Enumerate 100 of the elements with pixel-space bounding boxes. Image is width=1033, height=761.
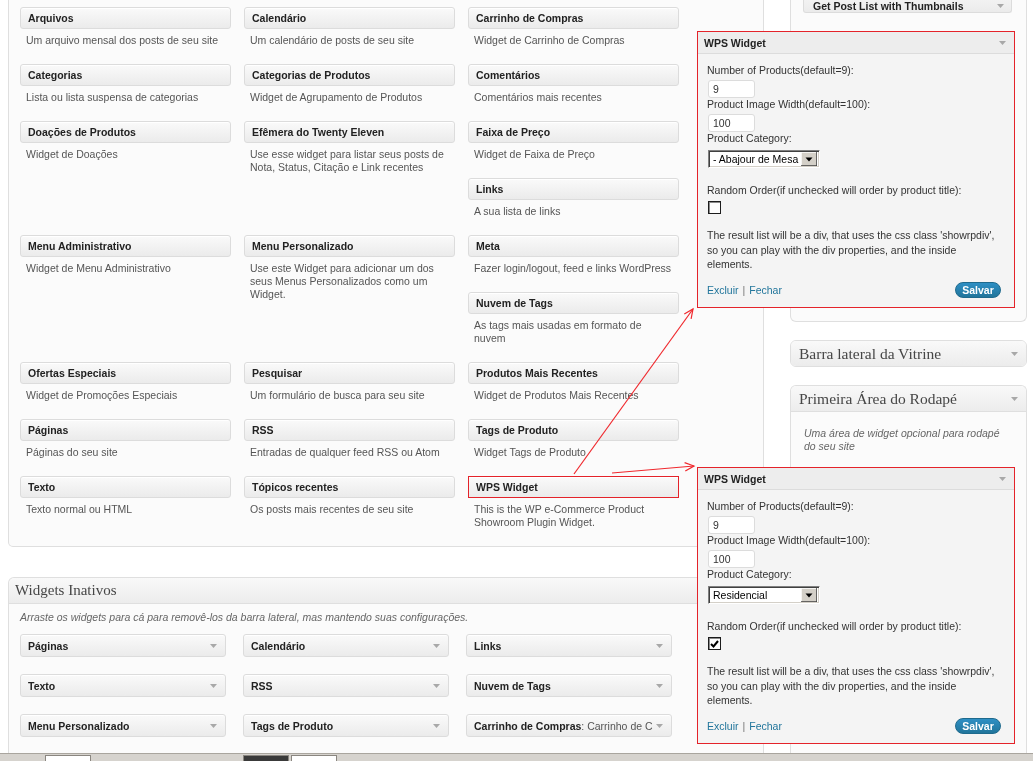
widget-title-bar[interactable]: Páginas	[20, 419, 231, 441]
footer-link[interactable]: Fechar	[749, 719, 782, 732]
widget-form-header[interactable]: WPS Widget	[698, 32, 1014, 54]
link-separator: |	[742, 719, 746, 732]
caret-icon	[1011, 351, 1018, 356]
footer-link[interactable]: Excluir	[707, 283, 739, 296]
widget-title-bar[interactable]: RSS	[244, 419, 455, 441]
field-label: Random Order(if unchecked will order by product title):	[707, 184, 962, 197]
widget-title-bar[interactable]: Menu Personalizado	[244, 235, 455, 257]
widget-title-bar[interactable]: Páginas	[20, 634, 226, 657]
caret-icon	[433, 723, 440, 728]
footer-link[interactable]: Fechar	[749, 283, 782, 296]
widget-description: Widget de Faixa de Preço	[473, 147, 596, 161]
caret-icon	[433, 643, 440, 648]
caret-icon	[656, 643, 663, 648]
widget-title-bar[interactable]: Texto	[20, 674, 226, 697]
link-separator: |	[742, 283, 746, 296]
field-label: Product Image Width(default=100):	[707, 534, 871, 547]
panel-description: Arraste os widgets para cá para removê-los da barra lateral, mas mantendo suas configurações.	[18, 610, 470, 624]
form-note: The result list will be a div, that uses the css class 'showrpdiv', so you can play with the div properties, and the inside elements.	[707, 228, 996, 272]
panel-header[interactable]: Widgets Inativos	[9, 578, 698, 604]
widget-title-bar[interactable]: Meta	[468, 235, 679, 257]
text-input[interactable]: 100	[708, 550, 755, 568]
field-label: Number of Products(default=9):	[707, 64, 854, 77]
widget-title-bar[interactable]: Doações de Produtos	[20, 121, 231, 143]
field-label: Random Order(if unchecked will order by product title):	[707, 620, 962, 633]
widget-description: Widget de Agrupamento de Produtos	[249, 90, 424, 104]
widget-title-bar[interactable]: WPS Widget	[468, 476, 679, 498]
checkbox[interactable]	[708, 201, 721, 214]
widget-title-bar[interactable]: Produtos Mais Recentes	[468, 362, 679, 384]
widget-title-bar[interactable]: Menu Personalizado	[20, 714, 226, 737]
widget-description: Use este Widget para adicionar um dos seus Menus Personalizados como um Widget.	[249, 261, 435, 301]
widget-description: Páginas do seu site	[25, 445, 119, 459]
category-select[interactable]: - Abajour de Mesa	[708, 150, 820, 168]
caret-icon	[1011, 396, 1018, 401]
widget-title-bar[interactable]: Categorias	[20, 64, 231, 86]
widget-description: Comentários mais recentes	[473, 90, 603, 104]
widget-title-bar[interactable]: Faixa de Preço	[468, 121, 679, 143]
caret-icon	[656, 683, 663, 688]
widget-title-bar[interactable]: Calendário	[243, 634, 449, 657]
caret-icon	[656, 723, 663, 728]
caret-icon	[210, 643, 217, 648]
widget-description: Entradas de qualquer feed RSS ou Atom	[249, 445, 441, 459]
widget-description: Use esse widget para listar seus posts de Nota, Status, Citação e Link recentes	[249, 147, 445, 174]
caret-icon	[210, 683, 217, 688]
text-input[interactable]: 9	[708, 80, 755, 98]
text-input[interactable]: 100	[708, 114, 755, 132]
widget-title-bar[interactable]: Menu Administrativo	[20, 235, 231, 257]
widget-description: This is the WP e-Commerce Product Showroom Plugin Widget.	[473, 502, 646, 529]
widget-form-header[interactable]: WPS Widget	[698, 468, 1014, 490]
widget-title-bar[interactable]: Comentários	[468, 64, 679, 86]
widget-description: Widget de Promoções Especiais	[25, 388, 179, 402]
widget-title-bar[interactable]: Pesquisar	[244, 362, 455, 384]
widget-title-bar[interactable]: Calendário	[244, 7, 455, 29]
widget-title-bar[interactable]: Links	[468, 178, 679, 200]
form-note: The result list will be a div, that uses the css class 'showrpdiv', so you can play with the div properties, and the inside elements.	[707, 664, 996, 708]
widget-title-bar[interactable]: Get Post List with Thumbnails	[803, 0, 1012, 13]
widget-title-bar[interactable]: Tags de Produto	[468, 419, 679, 441]
widget-title-bar[interactable]: Tópicos recentes	[244, 476, 455, 498]
sidebar-description: Uma área de widget opcional para rodapé do seu site	[803, 426, 1001, 453]
widget-description: A sua lista de links	[473, 204, 562, 218]
widget-title-bar[interactable]: Nuvem de Tags	[468, 292, 679, 314]
caret-icon	[210, 723, 217, 728]
dropdown-arrow-icon	[801, 152, 817, 166]
category-select[interactable]: Residencial	[708, 586, 820, 604]
sidebar-header[interactable]: Barra lateral da Vitrine	[791, 341, 1026, 366]
caret-icon	[433, 683, 440, 688]
widget-title-bar[interactable]: Categorias de Produtos	[244, 64, 455, 86]
widget-description: Fazer login/logout, feed e links WordPress	[473, 261, 673, 275]
footer-link[interactable]: Excluir	[707, 719, 739, 732]
field-label: Number of Products(default=9):	[707, 500, 854, 513]
save-button[interactable]: Salvar	[955, 717, 1001, 734]
widget-title-bar[interactable]: Arquivos	[20, 7, 231, 29]
widget-title-bar[interactable]: Links	[466, 634, 672, 657]
widget-description: As tags mais usadas em formato de nuvem	[473, 318, 643, 345]
widget-description: Widget de Doações	[25, 147, 119, 161]
widget-description: Widget de Menu Administrativo	[25, 261, 172, 275]
widget-description: Widget de Carrinho de Compras	[473, 33, 626, 47]
sidebar-header[interactable]: Primeira Área do Rodapé	[791, 386, 1026, 412]
widget-title-bar[interactable]: Nuvem de Tags	[466, 674, 672, 697]
widget-title-bar[interactable]: RSS	[243, 674, 449, 697]
caret-icon	[999, 40, 1006, 45]
widget-title-bar[interactable]: Carrinho de Compras	[468, 7, 679, 29]
strip-segment	[45, 755, 91, 761]
text-input[interactable]: 9	[708, 516, 755, 534]
checkbox[interactable]	[708, 637, 721, 650]
widget-title-bar[interactable]: Ofertas Especiais	[20, 362, 231, 384]
widget-description: Um arquivo mensal dos posts de seu site	[25, 33, 219, 47]
widget-description: Widget Tags de Produto	[473, 445, 587, 459]
field-label: Product Category:	[707, 568, 792, 581]
widget-title-bar[interactable]: Texto	[20, 476, 231, 498]
widget-description: Um calendário de posts de seu site	[249, 33, 415, 47]
widget-description: Os posts mais recentes de seu site	[249, 502, 415, 516]
widget-title-bar[interactable]: Efêmera do Twenty Eleven	[244, 121, 455, 143]
dropdown-arrow-icon	[801, 588, 817, 602]
widget-title-bar[interactable]: Carrinho de Compras: Carrinho de C	[466, 714, 672, 737]
strip-segment	[291, 755, 337, 761]
save-button[interactable]: Salvar	[955, 281, 1001, 298]
widget-title-bar[interactable]: Tags de Produto	[243, 714, 449, 737]
caret-icon	[999, 476, 1006, 481]
